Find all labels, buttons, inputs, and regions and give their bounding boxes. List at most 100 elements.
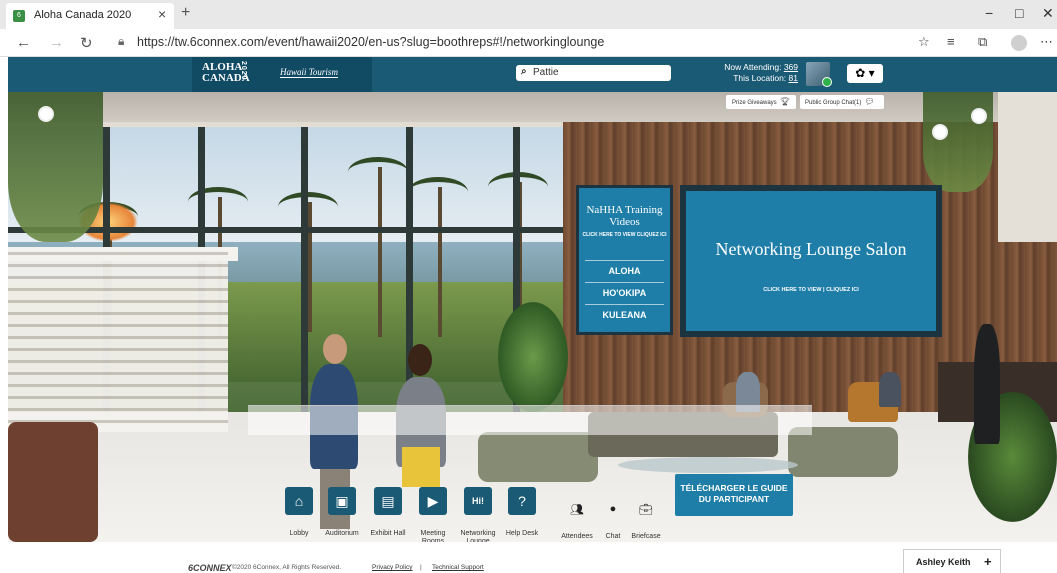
ceiling (8, 92, 1057, 122)
tab-close-icon[interactable]: × (158, 6, 166, 22)
close-window-button[interactable]: ✕ (1042, 5, 1054, 22)
nav-label-exhibit-hall[interactable]: Exhibit Hall (366, 530, 410, 538)
download-guide-button[interactable]: TÉLÉCHARGER LE GUIDE DU PARTICIPANT (675, 474, 793, 516)
hanging-vine (923, 92, 993, 192)
refresh-button[interactable]: ↻ (80, 34, 93, 52)
nahha-link-hookipa[interactable]: HO'OKIPA (585, 282, 664, 304)
coffee-table (618, 457, 798, 473)
standing-man (974, 324, 1000, 444)
potted-plant (498, 302, 568, 412)
yellow-skirt (402, 447, 440, 487)
nav-label-auditorium[interactable]: Auditorium (320, 530, 364, 538)
side-wall (998, 92, 1057, 242)
plumeria-flower (973, 110, 985, 122)
footer: 6CONNEX ©2020 6Connex, All Rights Reserv… (0, 542, 1057, 573)
palm-frond (348, 157, 408, 187)
play-icon[interactable]: ▶ (419, 487, 447, 515)
favorite-star-icon[interactable]: ☆ (918, 34, 930, 50)
nav-label-help-desk[interactable]: Help Desk (500, 530, 544, 538)
nahha-link-kuleana[interactable]: KULEANA (585, 304, 664, 326)
nav-label-briefcase[interactable]: Briefcase (624, 533, 668, 541)
collections-icon[interactable]: ⧉ (978, 34, 987, 50)
search-input[interactable]: ⌕ Pattie (516, 65, 671, 81)
palm-frond (278, 192, 338, 222)
window-transom (8, 227, 563, 233)
palm-tree (378, 167, 382, 337)
browser-tab[interactable]: 6 Aloha Canada 2020 × (6, 3, 174, 29)
attendance-stats: Now Attending: 369 This Location: 81 (708, 62, 798, 84)
nav-label-lobby[interactable]: Lobby (277, 530, 321, 538)
favorites-list-icon[interactable]: ≡ (947, 34, 955, 49)
this-location-label: This Location: (733, 73, 787, 83)
site-header: ALOHA CANADA 2020 Hawaii Tourism ⌕ Patti… (8, 57, 1057, 92)
profile-avatar[interactable] (1011, 35, 1027, 51)
technical-support-link[interactable]: Technical Support (432, 564, 484, 571)
palm-frond (408, 177, 468, 207)
url-field[interactable]: https://tw.6connex.com/event/hawaii2020/… (137, 35, 604, 49)
chat-user-name: Ashley Keith (916, 557, 971, 567)
person-head (408, 344, 432, 376)
chat-bubble-icon: 💬︎ (864, 97, 875, 106)
networking-lounge-subtitle[interactable]: CLICK HERE TO VIEW | CLIQUEZ ICI (686, 287, 936, 293)
hanging-vine (8, 92, 103, 242)
networking-lounge-screen[interactable]: Networking Lounge Salon CLICK HERE TO VI… (680, 185, 942, 337)
privacy-policy-link[interactable]: Privacy Policy (372, 564, 412, 571)
6connex-logo: 6CONNEX (188, 563, 232, 573)
footer-separator: | (420, 564, 422, 571)
nahha-link-aloha[interactable]: ALOHA (585, 260, 664, 282)
lounge-chair (478, 432, 598, 482)
lounge-chair-left (8, 422, 98, 542)
logo-year: 2020 (240, 61, 247, 81)
seated-woman (879, 372, 901, 407)
settings-dropdown-button[interactable]: ✿ ▾ (847, 64, 883, 83)
hi-bubble-icon[interactable]: Hi! (464, 487, 492, 515)
briefcase-icon[interactable]: 💼︎ (636, 503, 656, 516)
minimize-button[interactable]: − (985, 5, 993, 21)
networking-lounge-title: Networking Lounge Salon (715, 239, 907, 259)
lock-icon: 🔒︎ (118, 34, 125, 48)
trophy-icon: 🏆︎ (779, 97, 790, 106)
headset-icon[interactable]: ? (508, 487, 536, 515)
new-tab-button[interactable]: + (181, 4, 190, 22)
maximize-button[interactable]: □ (1015, 5, 1023, 21)
browser-tab-bar: 6 Aloha Canada 2020 × + − □ ✕ (0, 0, 1057, 29)
now-attending-label: Now Attending: (724, 62, 782, 72)
more-menu-icon[interactable]: ⋯ (1040, 34, 1053, 50)
house-icon[interactable]: ⌂ (285, 487, 313, 515)
chat-user-tab[interactable]: Ashley Keith + (903, 549, 1001, 573)
pergola-slats (8, 252, 228, 432)
back-button[interactable]: ← (16, 34, 31, 51)
people-icon[interactable]: 👥︎ (567, 503, 587, 516)
window-mullion (301, 127, 308, 417)
add-chat-icon[interactable]: + (984, 550, 992, 573)
plumeria-flower (934, 126, 946, 138)
nahha-training-screen[interactable]: NaHHA Training Videos CLICK HERE TO VIEW… (576, 185, 673, 335)
address-bar: ← → ↻ 🔒︎ https://tw.6connex.com/event/ha… (0, 29, 1057, 57)
copyright-text: ©2020 6Connex, All Rights Reserved. (232, 564, 342, 571)
page-root: 6 Aloha Canada 2020 × + − □ ✕ ← → ↻ 🔒︎ h… (0, 0, 1057, 573)
forward-button[interactable]: → (49, 34, 64, 51)
online-status-icon (822, 77, 832, 87)
this-location-count[interactable]: 81 (789, 73, 798, 83)
hawaii-tourism-logo: Hawaii Tourism (280, 67, 338, 78)
palm-tree (438, 187, 442, 337)
public-group-chat-label: Public Group Chat(1) (805, 100, 862, 106)
chat-icon[interactable]: ● (603, 503, 623, 515)
booth-icon[interactable]: ▤ (374, 487, 402, 515)
search-value: Pattie (533, 67, 559, 78)
networking-screen-inner: Networking Lounge Salon CLICK HERE TO VI… (686, 191, 936, 331)
logo-area[interactable]: ALOHA CANADA 2020 Hawaii Tourism (192, 57, 372, 92)
bottom-nav-bar (248, 405, 812, 435)
prize-giveaways-button[interactable]: Prize Giveaways 🏆︎ (726, 95, 796, 109)
prize-giveaways-label: Prize Giveaways (732, 100, 777, 106)
favicon-icon: 6 (13, 10, 25, 22)
now-attending-count[interactable]: 369 (784, 62, 798, 72)
window-mullion (406, 127, 413, 417)
tab-title: Aloha Canada 2020 (34, 9, 132, 21)
public-group-chat-button[interactable]: Public Group Chat(1) 💬︎ (800, 95, 884, 109)
user-avatar[interactable] (806, 62, 832, 87)
presentation-icon[interactable]: ▣ (328, 487, 356, 515)
nahha-screen-inner: NaHHA Training Videos CLICK HERE TO VIEW… (579, 188, 670, 332)
search-icon: ⌕ (521, 66, 527, 77)
nahha-subtitle[interactable]: CLICK HERE TO VIEW CLIQUEZ ICI (579, 232, 670, 238)
